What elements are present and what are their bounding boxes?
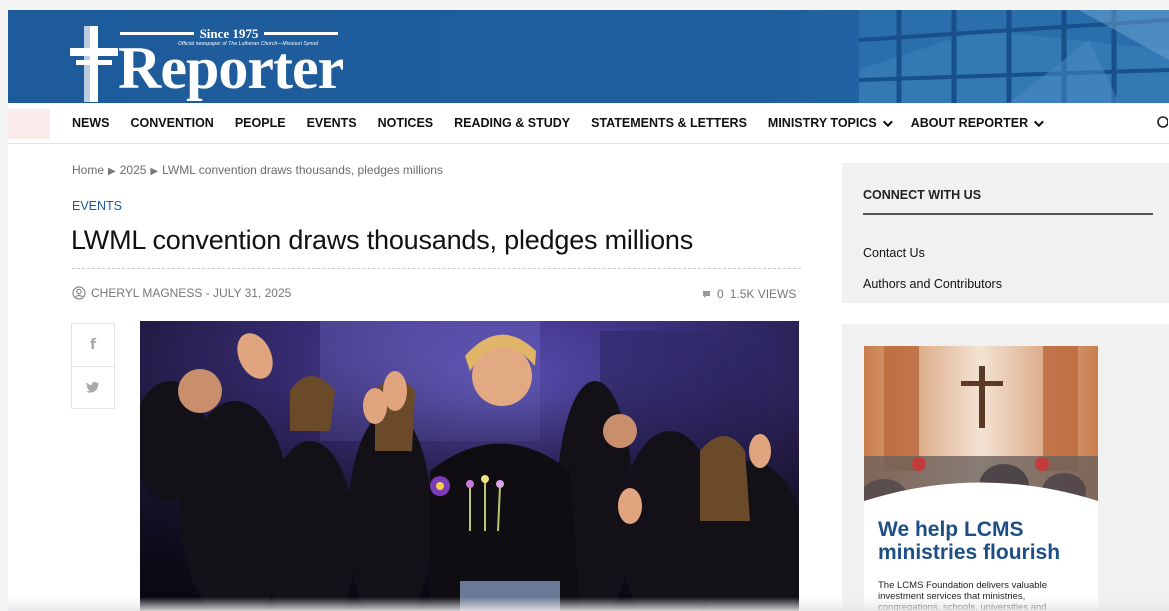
view-count: 1.5K VIEWS: [729, 287, 797, 301]
chevron-down-icon: [1034, 116, 1044, 127]
nav-items: NEWS CONVENTION PEOPLE EVENTS NOTICES RE…: [72, 103, 1062, 143]
article-category[interactable]: EVENTS: [72, 199, 122, 213]
authors-contributors-link[interactable]: Authors and Contributors: [863, 277, 1002, 291]
twitter-icon[interactable]: [72, 366, 114, 408]
ad-chapel-image: [864, 346, 1098, 501]
nav-item-about-reporter[interactable]: ABOUT REPORTER: [910, 116, 1044, 130]
article-title: LWML convention draws thousands, pledges…: [71, 225, 694, 255]
lcms-cross-logo: [70, 26, 118, 102]
facebook-icon[interactable]: f: [72, 324, 114, 367]
main-navigation: NEWS CONVENTION PEOPLE EVENTS NOTICES RE…: [8, 103, 1169, 144]
breadcrumb-current: LWML convention draws thousands, pledges…: [162, 163, 443, 177]
comment-count[interactable]: 0: [717, 287, 724, 301]
author-avatar-icon: [72, 286, 86, 300]
search-icon[interactable]: [1156, 116, 1168, 130]
ad-headline: We help LCMS ministries flourish: [878, 518, 1061, 564]
site-wordmark[interactable]: Reporter: [118, 38, 344, 98]
nav-item-ministry-topics[interactable]: MINISTRY TOPICS: [767, 116, 893, 130]
breadcrumb: Home ▶ 2025 ▶ LWML convention draws thousand…: [72, 163, 443, 177]
nav-item-label: EVENTS: [306, 116, 357, 130]
nav-item-convention[interactable]: CONVENTION: [131, 116, 214, 130]
share-buttons: f: [71, 323, 115, 409]
nav-item-notices[interactable]: NOTICES: [378, 116, 434, 130]
nav-item-label: ABOUT REPORTER: [910, 116, 1029, 130]
nav-item-label: MINISTRY TOPICS: [767, 116, 877, 130]
title-divider: [72, 268, 801, 269]
nav-item-people[interactable]: PEOPLE: [235, 116, 286, 130]
article-feature-photo: [140, 321, 799, 611]
breadcrumb-separator-icon: ▶: [150, 166, 159, 177]
article-stats: 0 1.5K VIEWS: [702, 287, 796, 301]
article-meta: CHERYL MAGNESS - JULY 31, 2025: [72, 286, 291, 300]
twitter-bird-icon: [86, 381, 99, 393]
masthead: Since 1975 Official newspaper of The Lut…: [8, 10, 1169, 103]
comment-icon: [703, 290, 710, 298]
connect-with-us-widget: CONNECT WITH US Contact Us Authors and C…: [842, 163, 1169, 303]
chevron-down-icon: [882, 116, 893, 127]
connect-divider: [863, 213, 1153, 215]
nav-item-news[interactable]: NEWS: [72, 116, 110, 130]
author-date[interactable]: CHERYL MAGNESS - JULY 31, 2025: [91, 286, 291, 300]
nav-item-label: PEOPLE: [234, 116, 286, 130]
nav-item-statements-letters[interactable]: STATEMENTS & LETTERS: [591, 116, 747, 130]
connect-title: CONNECT WITH US: [863, 188, 982, 202]
breadcrumb-home[interactable]: Home: [72, 163, 104, 177]
breadcrumb-separator-icon: ▶: [108, 166, 116, 177]
nav-item-label: CONVENTION: [130, 116, 214, 130]
lcms-foundation-ad[interactable]: We help LCMS ministries flourish The LCM…: [864, 346, 1098, 611]
nav-accent-tab: [8, 109, 50, 139]
stained-glass-decoration: [859, 10, 1169, 103]
nav-item-label: READING & STUDY: [454, 116, 571, 130]
nav-item-label: STATEMENTS & LETTERS: [591, 116, 747, 130]
nav-item-label: NOTICES: [377, 116, 434, 130]
viewport-bottom-fade: [8, 597, 1169, 611]
contact-us-link[interactable]: Contact Us: [863, 246, 925, 260]
nav-item-label: NEWS: [72, 116, 110, 130]
browser-page: Since 1975 Official newspaper of The Lut…: [8, 10, 1169, 611]
breadcrumb-year[interactable]: 2025: [120, 163, 147, 177]
nav-item-reading-study[interactable]: READING & STUDY: [454, 116, 570, 130]
nav-item-events[interactable]: EVENTS: [307, 116, 357, 130]
